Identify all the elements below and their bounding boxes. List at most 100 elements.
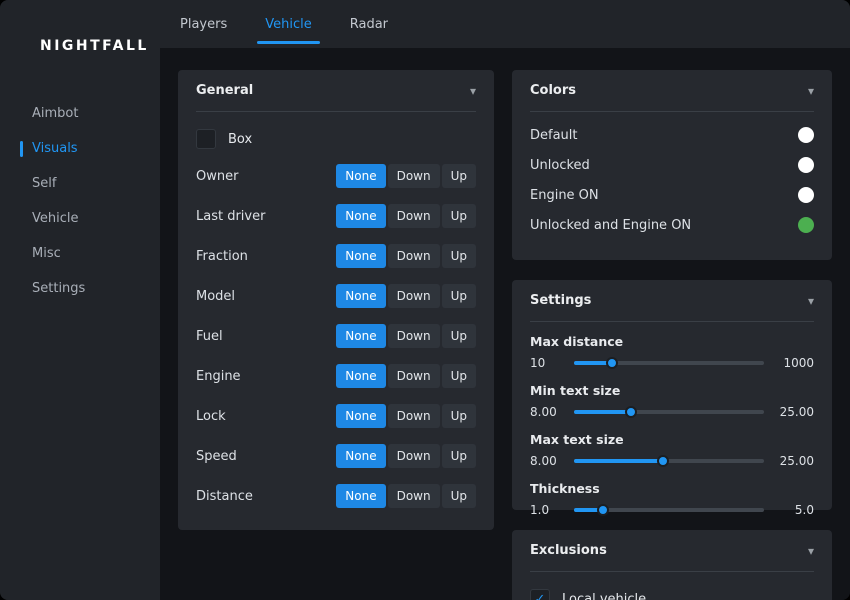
option-down-button[interactable]: Down — [388, 484, 440, 508]
option-none-button[interactable]: None — [336, 364, 385, 388]
option-up-button[interactable]: Up — [442, 164, 476, 188]
option-down-button[interactable]: Down — [388, 444, 440, 468]
color-row-default: Default — [530, 120, 814, 150]
chevron-down-icon[interactable]: ▾ — [808, 544, 814, 558]
sidebar-item-aimbot[interactable]: Aimbot — [0, 96, 160, 131]
option-none-button[interactable]: None — [336, 324, 385, 348]
option-down-button[interactable]: Down — [388, 244, 440, 268]
box-toggle-row: Box — [196, 126, 476, 152]
exclusions-panel-header[interactable]: Exclusions ▾ — [530, 530, 814, 572]
sidebar-item-self[interactable]: Self — [0, 166, 160, 201]
color-row-label: Unlocked — [530, 158, 590, 173]
sidebar-item-misc[interactable]: Misc — [0, 236, 160, 271]
slider-track[interactable] — [574, 459, 764, 463]
option-up-button[interactable]: Up — [442, 204, 476, 228]
esp-row-label: Model — [196, 289, 235, 304]
slider-track[interactable] — [574, 361, 764, 365]
slider-fill — [574, 410, 631, 414]
slider-row: 1.0 5.0 — [530, 502, 814, 518]
option-none-button[interactable]: None — [336, 204, 385, 228]
general-panel-header[interactable]: General ▾ — [196, 70, 476, 112]
chevron-down-icon[interactable]: ▾ — [470, 84, 476, 98]
slider-min-text-size: Min text size 8.00 25.00 — [530, 383, 814, 420]
option-none-button[interactable]: None — [336, 284, 385, 308]
chevron-down-icon[interactable]: ▾ — [808, 84, 814, 98]
slider-track[interactable] — [574, 410, 764, 414]
sidebar-item-settings[interactable]: Settings — [0, 271, 160, 306]
color-row-label: Unlocked and Engine ON — [530, 218, 691, 233]
option-none-button[interactable]: None — [336, 484, 385, 508]
colors-panel-header[interactable]: Colors ▾ — [530, 70, 814, 112]
tab-bar: Players Vehicle Radar — [160, 0, 850, 48]
settings-panel: Settings ▾ Max distance 10 1000 — [512, 280, 832, 510]
color-swatch[interactable] — [798, 187, 814, 203]
color-swatch[interactable] — [798, 157, 814, 173]
slider-min-value: 8.00 — [530, 405, 564, 419]
option-up-button[interactable]: Up — [442, 444, 476, 468]
option-up-button[interactable]: Up — [442, 484, 476, 508]
slider-row: 10 1000 — [530, 355, 814, 371]
esp-option-rows: Owner None Down Up Last driver None Down… — [196, 156, 476, 516]
slider-handle[interactable] — [625, 406, 637, 418]
option-none-button[interactable]: None — [336, 244, 385, 268]
sidebar-item-label: Self — [32, 176, 56, 191]
option-up-button[interactable]: Up — [442, 244, 476, 268]
panel-title: Exclusions — [530, 543, 607, 558]
esp-option-group: None Down Up — [336, 364, 476, 388]
tab-vehicle[interactable]: Vehicle — [263, 0, 314, 48]
option-down-button[interactable]: Down — [388, 324, 440, 348]
esp-row-last-driver: Last driver None Down Up — [196, 196, 476, 236]
esp-option-group: None Down Up — [336, 244, 476, 268]
color-swatch[interactable] — [798, 127, 814, 143]
tab-radar[interactable]: Radar — [348, 0, 390, 48]
option-none-button[interactable]: None — [336, 444, 385, 468]
option-down-button[interactable]: Down — [388, 364, 440, 388]
option-down-button[interactable]: Down — [388, 284, 440, 308]
option-down-button[interactable]: Down — [388, 404, 440, 428]
settings-panel-header[interactable]: Settings ▾ — [530, 280, 814, 322]
esp-option-group: None Down Up — [336, 324, 476, 348]
slider-track[interactable] — [574, 508, 764, 512]
sidebar-item-vehicle[interactable]: Vehicle — [0, 201, 160, 236]
slider-label: Min text size — [530, 383, 814, 398]
box-checkbox[interactable] — [196, 129, 216, 149]
esp-row-label: Last driver — [196, 209, 265, 224]
slider-handle[interactable] — [657, 455, 669, 467]
option-none-button[interactable]: None — [336, 164, 385, 188]
sidebar-item-label: Visuals — [32, 141, 78, 156]
color-row-engine-on: Engine ON — [530, 180, 814, 210]
slider-thickness: Thickness 1.0 5.0 — [530, 481, 814, 518]
esp-option-group: None Down Up — [336, 444, 476, 468]
chevron-down-icon[interactable]: ▾ — [808, 294, 814, 308]
option-up-button[interactable]: Up — [442, 364, 476, 388]
esp-row-lock: Lock None Down Up — [196, 396, 476, 436]
option-down-button[interactable]: Down — [388, 204, 440, 228]
sidebar: NIGHTFALL Aimbot Visuals Self Vehicle Mi… — [0, 0, 160, 600]
color-swatch[interactable] — [798, 217, 814, 233]
local-vehicle-checkbox[interactable]: ✓ — [530, 589, 550, 600]
slider-row: 8.00 25.00 — [530, 404, 814, 420]
option-up-button[interactable]: Up — [442, 284, 476, 308]
exclusions-panel: Exclusions ▾ ✓ Local vehicle — [512, 530, 832, 600]
option-up-button[interactable]: Up — [442, 404, 476, 428]
slider-fill — [574, 361, 612, 365]
option-down-button[interactable]: Down — [388, 164, 440, 188]
tab-players[interactable]: Players — [178, 0, 229, 48]
slider-fill — [574, 508, 603, 512]
esp-option-group: None Down Up — [336, 204, 476, 228]
color-row-unlocked: Unlocked — [530, 150, 814, 180]
esp-row-fuel: Fuel None Down Up — [196, 316, 476, 356]
slider-row: 8.00 25.00 — [530, 453, 814, 469]
left-column: General ▾ Box Owner None Down Up — [178, 70, 494, 600]
option-none-button[interactable]: None — [336, 404, 385, 428]
slider-label: Thickness — [530, 481, 814, 496]
slider-handle[interactable] — [606, 357, 618, 369]
color-rows: Default Unlocked Engine ON Unlocked and … — [530, 120, 814, 240]
sidebar-item-visuals[interactable]: Visuals — [0, 131, 160, 166]
box-checkbox-label: Box — [228, 132, 252, 147]
esp-option-group: None Down Up — [336, 164, 476, 188]
option-up-button[interactable]: Up — [442, 324, 476, 348]
slider-handle[interactable] — [597, 504, 609, 516]
color-row-label: Engine ON — [530, 188, 599, 203]
slider-min-value: 8.00 — [530, 454, 564, 468]
